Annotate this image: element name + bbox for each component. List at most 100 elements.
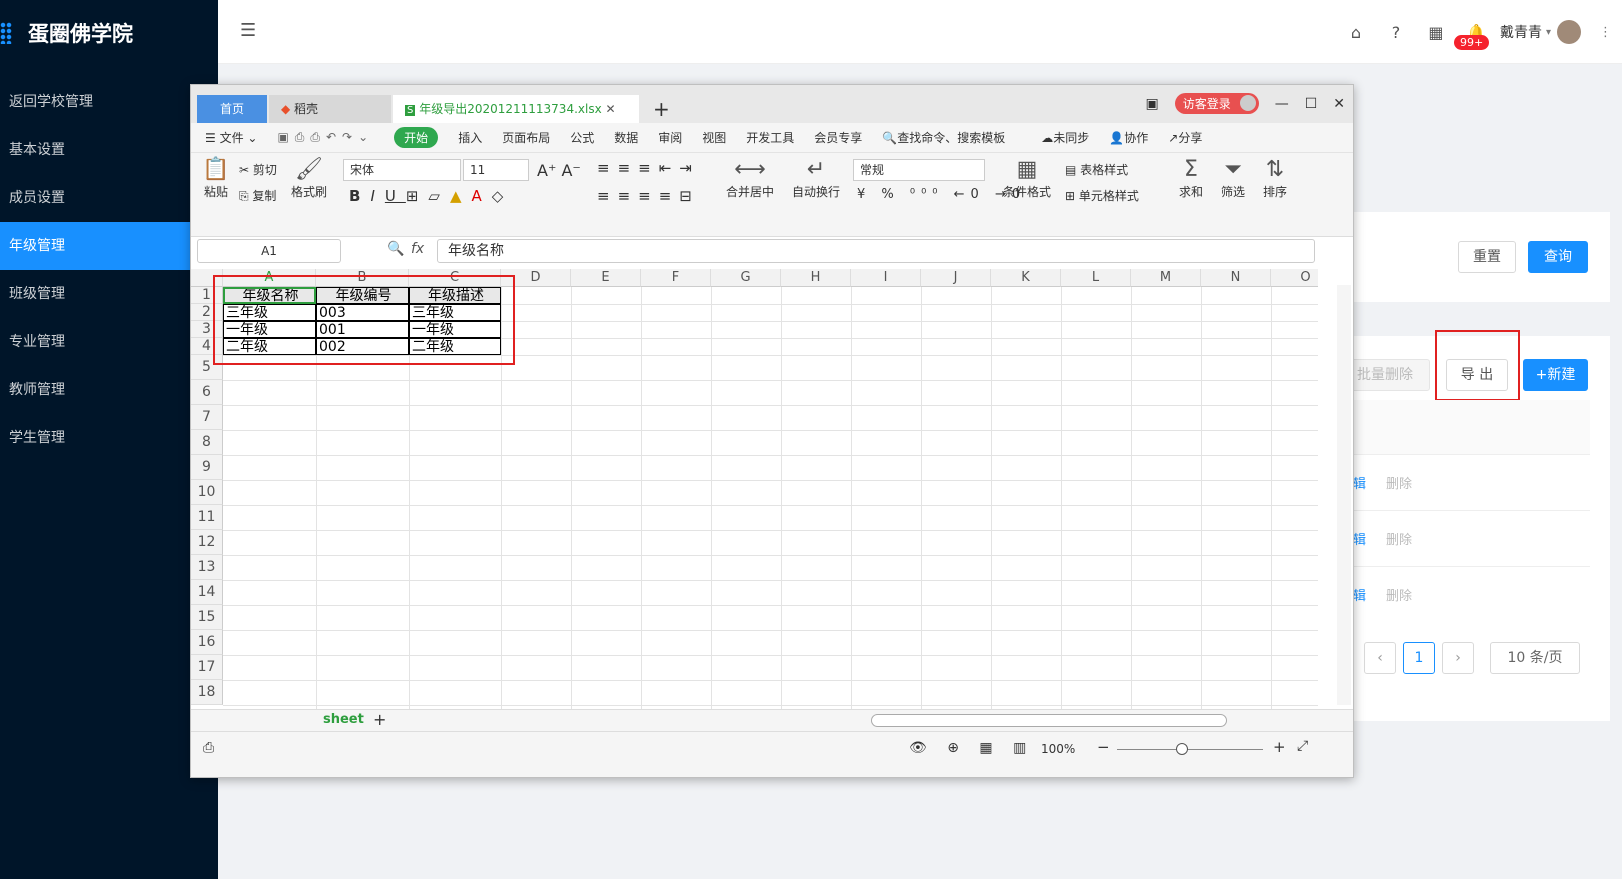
share-button[interactable]: ↗分享 (1168, 129, 1202, 146)
row-header[interactable]: 7 (191, 405, 223, 430)
zoom-slider[interactable] (1117, 749, 1263, 750)
window-count-icon[interactable]: ▣ (1145, 96, 1158, 112)
grid-icon[interactable]: ▦ (1416, 23, 1456, 42)
page-number-button[interactable]: 1 (1403, 642, 1435, 674)
column-header[interactable]: G (711, 269, 781, 287)
column-header[interactable]: K (991, 269, 1061, 287)
column-header[interactable]: F (641, 269, 711, 287)
font-size-select[interactable]: 11 (463, 159, 529, 181)
row-header[interactable]: 16 (191, 630, 223, 655)
font-family-select[interactable]: 宋体 (343, 159, 461, 181)
zoom-slider-thumb[interactable] (1176, 743, 1188, 755)
font-style-icons[interactable]: BIU⊞▱▲A◇ (349, 187, 513, 205)
menu-start[interactable]: 开始 (394, 127, 439, 148)
collab-button[interactable]: 👤协作 (1109, 129, 1148, 146)
home-icon[interactable]: ⌂ (1336, 23, 1376, 42)
close-window-icon[interactable]: ✕ (1333, 96, 1345, 112)
row-header[interactable]: 12 (191, 530, 223, 555)
avatar[interactable] (1557, 20, 1581, 44)
menu-insert[interactable]: 插入 (458, 129, 482, 146)
wrap-text-button[interactable]: ↵ 自动换行 (789, 157, 843, 200)
row-header[interactable]: 8 (191, 430, 223, 455)
delete-link[interactable]: 删除 (1386, 473, 1412, 492)
macro-icon[interactable]: ⎙ (203, 740, 214, 756)
minimize-icon[interactable]: — (1275, 96, 1289, 112)
next-page-button[interactable]: › (1442, 642, 1474, 674)
row-header[interactable]: 15 (191, 605, 223, 630)
vertical-scrollbar[interactable] (1337, 285, 1351, 705)
menu-formula[interactable]: 公式 (570, 129, 594, 146)
align-icons[interactable]: ≡≡≡⇤⇥ (597, 159, 700, 177)
spreadsheet-grid[interactable]: A B C D E F G H I J K L M N O 1 2 3 4 5 6 7 8 9 10 11 12 13 14 15 16 17… (191, 269, 1318, 709)
row-header[interactable]: 18 (191, 680, 223, 705)
merge-center-button[interactable]: ⟷ 合并居中 (723, 157, 777, 200)
view-icons[interactable]: 👁 ⊕ ▦ ▥ (909, 740, 1034, 756)
visitor-login-button[interactable]: 访客登录 (1174, 93, 1259, 114)
row-header[interactable]: 10 (191, 480, 223, 505)
tab-file[interactable]: S 年级导出20201211113734.xlsx ✕ (393, 95, 639, 123)
close-tab-icon[interactable]: ✕ (606, 102, 616, 116)
add-sheet-button[interactable]: + (373, 710, 386, 729)
prev-page-button[interactable]: ‹ (1364, 642, 1396, 674)
column-header[interactable]: O (1271, 269, 1318, 287)
menu-developer[interactable]: 开发工具 (746, 129, 794, 146)
column-header[interactable]: L (1061, 269, 1131, 287)
sync-status[interactable]: ☁未同步 (1041, 129, 1089, 146)
sheet-tab[interactable]: sheet (323, 712, 364, 727)
new-tab-button[interactable]: + (641, 95, 682, 123)
menu-review[interactable]: 审阅 (658, 129, 682, 146)
cell-style-button[interactable]: ⊞ 单元格样式 (1065, 187, 1139, 204)
filter-button[interactable]: ⏷ 筛选 (1215, 157, 1251, 200)
copy-button[interactable]: ⎘ 复制 (239, 187, 276, 204)
page-size-select[interactable]: 10 条/页 (1490, 642, 1580, 674)
delete-link[interactable]: 删除 (1386, 529, 1412, 548)
cond-format-button[interactable]: ▦ 条件格式 (997, 157, 1057, 200)
menu-page-layout[interactable]: 页面布局 (502, 129, 550, 146)
menu-file[interactable]: ☰ 文件 ⌄ (205, 129, 257, 146)
zoom-level[interactable]: 100% (1041, 742, 1075, 756)
quick-access-icons[interactable]: ▣⎙⎙↶↷⌄ (277, 130, 374, 145)
delete-link[interactable]: 删除 (1386, 585, 1412, 604)
column-header[interactable]: H (781, 269, 851, 287)
formula-input[interactable]: 年级名称 (437, 239, 1315, 263)
more-icon[interactable]: ⋮ (1599, 25, 1622, 40)
zoom-out-button[interactable]: − (1097, 738, 1110, 756)
reset-button[interactable]: 重置 (1458, 241, 1516, 273)
chevron-down-icon[interactable]: ▾ (1546, 27, 1557, 38)
new-button[interactable]: +新建 (1523, 359, 1588, 391)
cut-button[interactable]: ✂ 剪切 (239, 161, 277, 178)
sidebar-item-members[interactable]: 成员设置 (0, 174, 218, 222)
sort-button[interactable]: ⇅ 排序 (1257, 157, 1293, 200)
help-icon[interactable]: ? (1376, 23, 1416, 42)
bell-icon[interactable]: 🔔 99+ (1453, 23, 1496, 50)
sidebar-item-basic[interactable]: 基本设置 (0, 126, 218, 174)
align-h-icons[interactable]: ≡≡≡≡⊟ (597, 187, 700, 205)
sidebar-item-teachers[interactable]: 教师管理 (0, 366, 218, 414)
column-header[interactable]: I (851, 269, 921, 287)
menu-data[interactable]: 数据 (614, 129, 638, 146)
row-header[interactable]: 11 (191, 505, 223, 530)
row-header[interactable]: 17 (191, 655, 223, 680)
column-header[interactable]: J (921, 269, 991, 287)
menu-view[interactable]: 视图 (702, 129, 726, 146)
user-name[interactable]: 戴青青 (1496, 22, 1546, 42)
column-header[interactable]: N (1201, 269, 1271, 287)
font-grow-icon[interactable]: A⁺ A⁻ (537, 161, 581, 180)
row-header[interactable]: 13 (191, 555, 223, 580)
name-box[interactable]: A1 (197, 239, 341, 263)
fullscreen-icon[interactable]: ⤢ (1297, 738, 1308, 754)
horizontal-scrollbar[interactable] (871, 714, 1227, 727)
format-painter-button[interactable]: 🖌 格式刷 (289, 157, 329, 200)
table-style-button[interactable]: ▤ 表格样式 (1065, 161, 1128, 178)
search-command[interactable]: 🔍查找命令、搜索模板 (882, 129, 1005, 146)
paste-button[interactable]: 📋 粘贴 (201, 157, 231, 200)
zoom-in-button[interactable]: + (1273, 738, 1286, 756)
menu-member[interactable]: 会员专享 (814, 129, 862, 146)
sum-button[interactable]: Σ 求和 (1173, 157, 1209, 200)
row-header[interactable]: 14 (191, 580, 223, 605)
number-format-select[interactable]: 常规 (853, 159, 985, 181)
row-header[interactable]: 6 (191, 380, 223, 405)
column-header[interactable]: M (1131, 269, 1201, 287)
sidebar-item-grades[interactable]: 年级管理 (0, 222, 218, 270)
query-button[interactable]: 查询 (1528, 241, 1588, 273)
